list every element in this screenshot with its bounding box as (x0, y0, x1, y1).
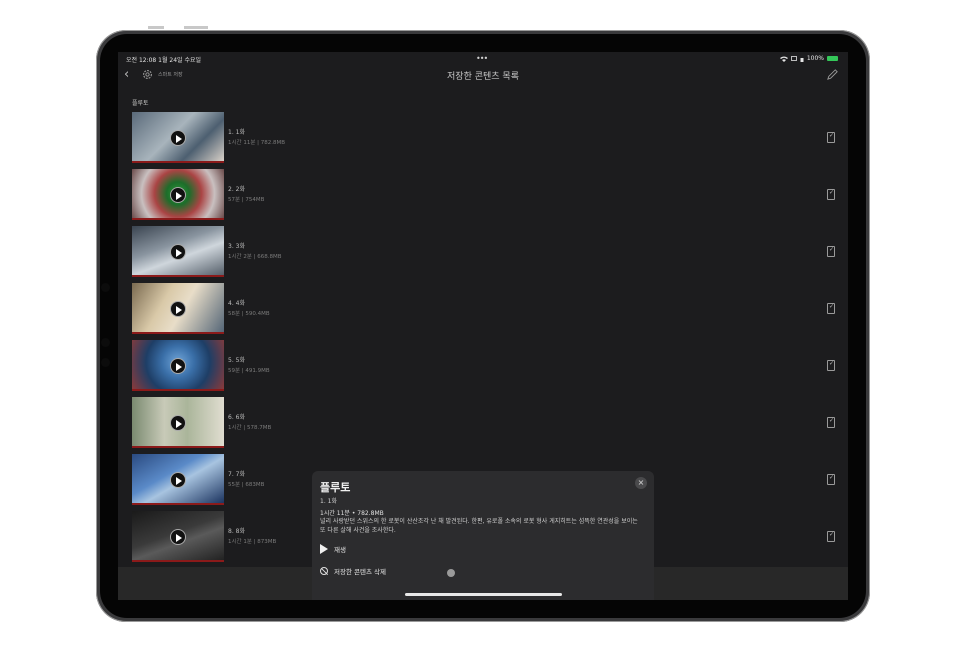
episode-title: 5. 5화 (228, 357, 245, 364)
episode-title: 8. 8화 (228, 528, 245, 535)
page-title: 저장한 콘텐츠 목록 (447, 72, 519, 82)
play-icon (320, 544, 328, 554)
downloaded-icon[interactable] (827, 189, 835, 200)
episode-row-5[interactable]: 5. 5화 59분 | 491.9MB (118, 340, 848, 396)
episode-title: 1. 1화 (228, 129, 245, 136)
episode-thumbnail[interactable] (132, 169, 224, 220)
episode-meta: 1시간 1분 | 873MB (228, 539, 277, 545)
downloaded-icon[interactable] (827, 531, 835, 542)
episode-thumbnail[interactable] (132, 226, 224, 277)
lock-rotation-icon (800, 57, 804, 62)
screen-mirroring-icon (790, 55, 797, 61)
side-camera (101, 283, 110, 292)
episode-thumbnail[interactable] (132, 397, 224, 448)
episode-title: 3. 3화 (228, 243, 245, 250)
battery-percent: 100% (806, 55, 824, 62)
status-time-date: 오전 12:08 1월 24일 수요일 (126, 57, 202, 64)
downloaded-icon[interactable] (827, 360, 835, 371)
play-action[interactable]: 재생 (320, 544, 346, 554)
sheet-title: 플루토 (320, 481, 351, 494)
sheet-episode: 1. 1화 (320, 498, 337, 505)
episode-row-4[interactable]: 4. 4화 58분 | 590.4MB (118, 283, 848, 339)
episode-thumbnail[interactable] (132, 112, 224, 163)
episode-meta: 55분 | 683MB (228, 482, 265, 488)
play-icon[interactable] (170, 358, 186, 374)
side-sensor-2 (101, 358, 110, 367)
episode-meta: 1시간 | 578.7MB (228, 425, 272, 431)
episode-meta: 58분 | 590.4MB (228, 311, 270, 317)
battery-icon (827, 56, 838, 61)
play-icon[interactable] (170, 529, 186, 545)
play-icon[interactable] (170, 301, 186, 317)
episode-thumbnail[interactable] (132, 511, 224, 562)
home-indicator[interactable] (405, 593, 562, 596)
section-title: 플루토 (132, 100, 149, 107)
pencil-icon[interactable] (826, 68, 839, 81)
nav-bar: ‹ 스마트 저장 저장한 콘텐츠 목록 (118, 66, 848, 86)
status-bar: 오전 12:08 1월 24일 수요일 ••• 100% (118, 52, 848, 66)
episode-thumbnail[interactable] (132, 283, 224, 334)
downloaded-icon[interactable] (827, 474, 835, 485)
play-label: 재생 (334, 546, 346, 554)
downloaded-icon[interactable] (827, 246, 835, 257)
app-screen: 오전 12:08 1월 24일 수요일 ••• 100% ‹ 스마트 저장 저장… (118, 52, 848, 600)
episode-row-1[interactable]: 1. 1화 1시간 11분 | 782.8MB (118, 112, 848, 168)
episode-thumbnail[interactable] (132, 454, 224, 505)
episode-title: 4. 4화 (228, 300, 245, 307)
downloaded-icon[interactable] (827, 417, 835, 428)
delete-action[interactable]: 저장한 콘텐츠 삭제 (320, 566, 386, 576)
sheet-meta: 1시간 11분 • 782.8MB (320, 510, 384, 517)
episode-row-6[interactable]: 6. 6화 1시간 | 578.7MB (118, 397, 848, 453)
status-right: 100% (779, 55, 838, 62)
power-button-top (184, 26, 208, 29)
play-icon[interactable] (170, 130, 186, 146)
touch-indicator (447, 569, 455, 577)
multitasking-dots[interactable]: ••• (476, 54, 488, 63)
episode-title: 2. 2화 (228, 186, 245, 193)
play-icon[interactable] (170, 244, 186, 260)
episode-meta: 59분 | 491.9MB (228, 368, 270, 374)
wifi-icon (779, 56, 788, 62)
downloaded-icon[interactable] (827, 303, 835, 314)
episode-thumbnail[interactable] (132, 340, 224, 391)
play-icon[interactable] (170, 415, 186, 431)
play-icon[interactable] (170, 472, 186, 488)
volume-button-top (148, 26, 164, 29)
episode-title: 7. 7화 (228, 471, 245, 478)
episode-title: 6. 6화 (228, 414, 245, 421)
side-sensor-1 (101, 338, 110, 347)
episode-meta: 57분 | 754MB (228, 197, 265, 203)
ban-icon (320, 567, 328, 575)
episode-row-2[interactable]: 2. 2화 57분 | 754MB (118, 169, 848, 225)
episode-action-sheet: 플루토 × 1. 1화 1시간 11분 • 782.8MB 널리 사랑받던 스위… (312, 471, 654, 600)
episode-meta: 1시간 11분 | 782.8MB (228, 140, 286, 146)
episode-meta: 1시간 2분 | 668.8MB (228, 254, 282, 260)
downloaded-icon[interactable] (827, 132, 835, 143)
episode-row-3[interactable]: 3. 3화 1시간 2분 | 668.8MB (118, 226, 848, 282)
sheet-description: 널리 사랑받던 스위스의 한 로봇이 산산조각 난 채 발견된다. 한편, 유로… (320, 518, 638, 534)
delete-label: 저장한 콘텐츠 삭제 (334, 568, 386, 576)
close-icon[interactable]: × (635, 477, 647, 489)
play-icon[interactable] (170, 187, 186, 203)
